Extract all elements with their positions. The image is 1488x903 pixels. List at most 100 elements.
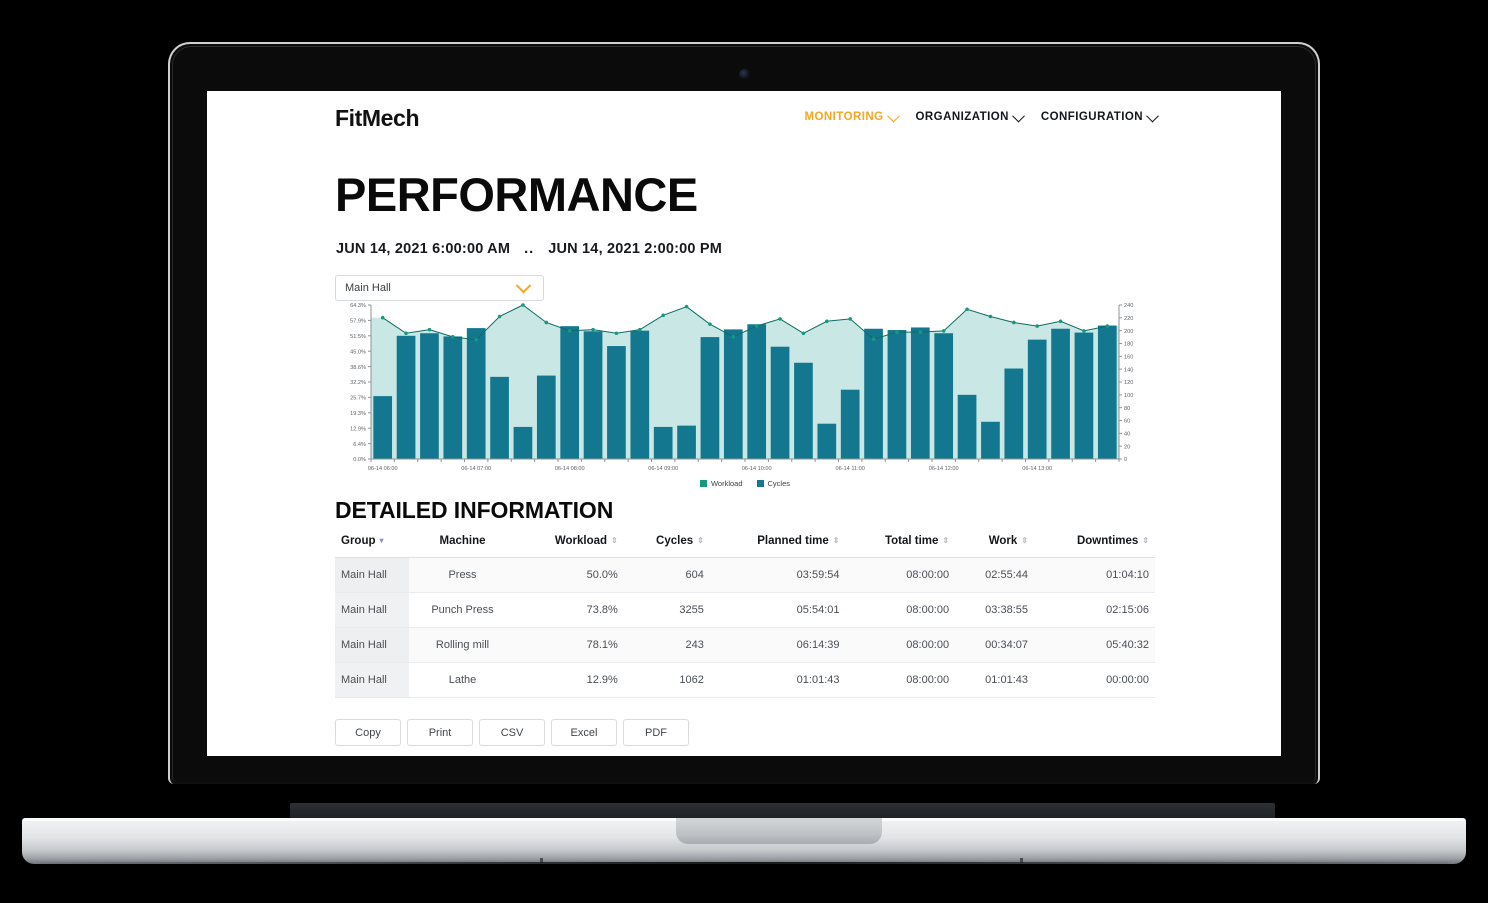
performance-chart[interactable]: 0.0% 6.4% 12.9% 19.3% 25.7% 32.2% 38.6% 45.0% 51… — [335, 299, 1155, 489]
print-button[interactable]: Print — [407, 719, 473, 746]
workload-point — [591, 327, 595, 332]
chevron-down-icon — [1012, 109, 1025, 122]
copy-button[interactable]: Copy — [335, 719, 401, 746]
cell-cycles: 243 — [623, 627, 710, 663]
cell-machine: Punch Press — [409, 592, 517, 628]
nav-item-organization[interactable]: ORGANIZATION — [916, 109, 1025, 123]
legend-item-workload[interactable]: Workload — [699, 479, 743, 488]
column-header-downtimes[interactable]: Downtimes ⇕ — [1034, 529, 1155, 558]
y-tick-label-right: 120 — [1124, 380, 1133, 386]
excel-button[interactable]: Excel — [551, 719, 617, 746]
workload-point — [1012, 320, 1016, 325]
chart-bar — [607, 346, 626, 459]
legend-swatch-workload — [699, 480, 707, 487]
y-tick-label-right: 0 — [1124, 457, 1127, 463]
cell-planned-time: 05:54:01 — [709, 592, 846, 628]
cell-machine: Rolling mill — [409, 627, 517, 663]
table-row[interactable]: Main Hall Punch Press 73.8% 3255 05:54:01 08:… — [335, 592, 1155, 628]
sort-icon: ⇕ — [611, 536, 618, 545]
table-header-row: Group ▾ Machine Workload ⇕ Cycles ⇕ Planned — [335, 529, 1155, 558]
group-select[interactable]: Main Hall — [335, 275, 544, 301]
nav-item-label: CONFIGURATION — [1040, 111, 1143, 123]
column-header-label: Group — [341, 535, 376, 547]
column-header-workload[interactable]: Workload ⇕ — [516, 529, 624, 558]
table-row[interactable]: Main Hall Rolling mill 78.1% 243 06:14:39 08:… — [335, 627, 1155, 663]
chart-bar — [770, 346, 790, 459]
app-page: FitMech MONITORING ORGANIZATION CONFIGUR… — [207, 91, 1281, 756]
cell-group: Main Hall — [335, 662, 409, 698]
x-tick-label: 06-14 08:00 — [555, 466, 585, 472]
x-tick-label: 06-14 10:00 — [742, 466, 772, 472]
workload-point — [451, 335, 455, 339]
sort-desc-icon: ▾ — [379, 536, 384, 545]
chart-bar — [677, 425, 696, 459]
workload-point — [427, 327, 432, 332]
chart-bar — [490, 376, 509, 459]
laptop-base-shadow — [40, 862, 1448, 876]
workload-point — [1082, 329, 1086, 333]
workload-point — [521, 303, 525, 307]
column-header-cycles[interactable]: Cycles ⇕ — [623, 529, 710, 558]
chart-bar — [560, 326, 580, 459]
nav-item-configuration[interactable]: CONFIGURATION — [1040, 109, 1159, 123]
workload-point — [895, 330, 899, 334]
chart-bar — [396, 335, 416, 459]
column-header-label: Downtimes — [1076, 535, 1139, 547]
table-row[interactable]: Main Hall Lathe 12.9% 1062 01:01:43 08:00:00 0… — [335, 662, 1155, 698]
workload-point — [848, 317, 852, 321]
date-range[interactable]: JUN 14, 2021 6:00:00 AM .. JUN 14, 2021 … — [336, 241, 722, 257]
chart-bar — [957, 394, 977, 459]
column-header-label: Machine — [439, 535, 486, 547]
column-header-label: Work — [988, 535, 1018, 547]
y-tick-label-left: 57.9% — [350, 319, 366, 325]
nav-item-monitoring[interactable]: MONITORING — [804, 109, 900, 123]
cell-group: Main Hall — [335, 557, 409, 593]
chart-bar — [934, 333, 954, 459]
chart-bar — [1074, 332, 1094, 459]
legend-item-cycles[interactable]: Cycles — [756, 479, 790, 488]
nav-items: MONITORING ORGANIZATION CONFIGURATION — [804, 109, 1159, 123]
workload-point — [684, 304, 689, 309]
cell-planned-time: 01:01:43 — [709, 662, 846, 698]
cell-total-time: 08:00:00 — [845, 662, 956, 698]
section-title: DETAILED INFORMATION — [335, 497, 614, 523]
chevron-down-icon — [886, 109, 900, 122]
cell-cycles: 1062 — [623, 662, 710, 698]
table-body: Main Hall Press 50.0% 604 03:59:54 08:00:00 02… — [335, 557, 1155, 698]
workload-point — [1105, 324, 1110, 328]
chart-bar — [864, 328, 883, 459]
cell-work: 02:55:44 — [955, 557, 1034, 593]
cell-planned-time: 03:59:54 — [709, 557, 846, 593]
workload-point — [661, 313, 665, 318]
chart-bar — [887, 330, 907, 459]
csv-button[interactable]: CSV — [479, 719, 545, 746]
pdf-button[interactable]: PDF — [623, 719, 689, 746]
chart-bar — [1004, 368, 1024, 459]
legend-label: Workload — [710, 479, 743, 488]
y-tick-label-left: 6.4% — [353, 442, 366, 448]
legend-swatch-cycles — [756, 480, 764, 487]
y-tick-label-right: 240 — [1124, 303, 1133, 309]
chart-bar — [700, 337, 720, 459]
y-tick-label-left: 0.0% — [353, 457, 366, 463]
chart-bar — [420, 333, 439, 459]
y-tick-label-left: 64.3% — [350, 303, 366, 309]
column-header-total-time[interactable]: Total time ⇕ — [845, 529, 956, 558]
y-tick-label-right: 60 — [1124, 419, 1130, 425]
chart-bar — [723, 329, 743, 459]
table-row[interactable]: Main Hall Press 50.0% 604 03:59:54 08:00:00 02… — [335, 557, 1155, 593]
group-select-value: Main Hall — [345, 282, 391, 294]
column-header-group[interactable]: Group ▾ — [335, 529, 409, 558]
brand-logo[interactable]: FitMech — [335, 105, 419, 132]
sort-icon: ⇕ — [1021, 536, 1028, 545]
workload-point — [988, 314, 993, 319]
column-header-planned-time[interactable]: Planned time ⇕ — [709, 529, 846, 558]
column-header-work[interactable]: Work ⇕ — [955, 529, 1034, 558]
column-header-label: Cycles — [656, 535, 694, 547]
chart-bar — [1097, 325, 1117, 459]
x-tick-label: 06-14 13:00 — [1022, 466, 1052, 472]
y-tick-label-left: 38.6% — [350, 365, 366, 371]
chart-bar — [794, 362, 813, 459]
cell-downtimes: 01:04:10 — [1034, 557, 1155, 593]
column-header-machine[interactable]: Machine — [409, 529, 517, 558]
